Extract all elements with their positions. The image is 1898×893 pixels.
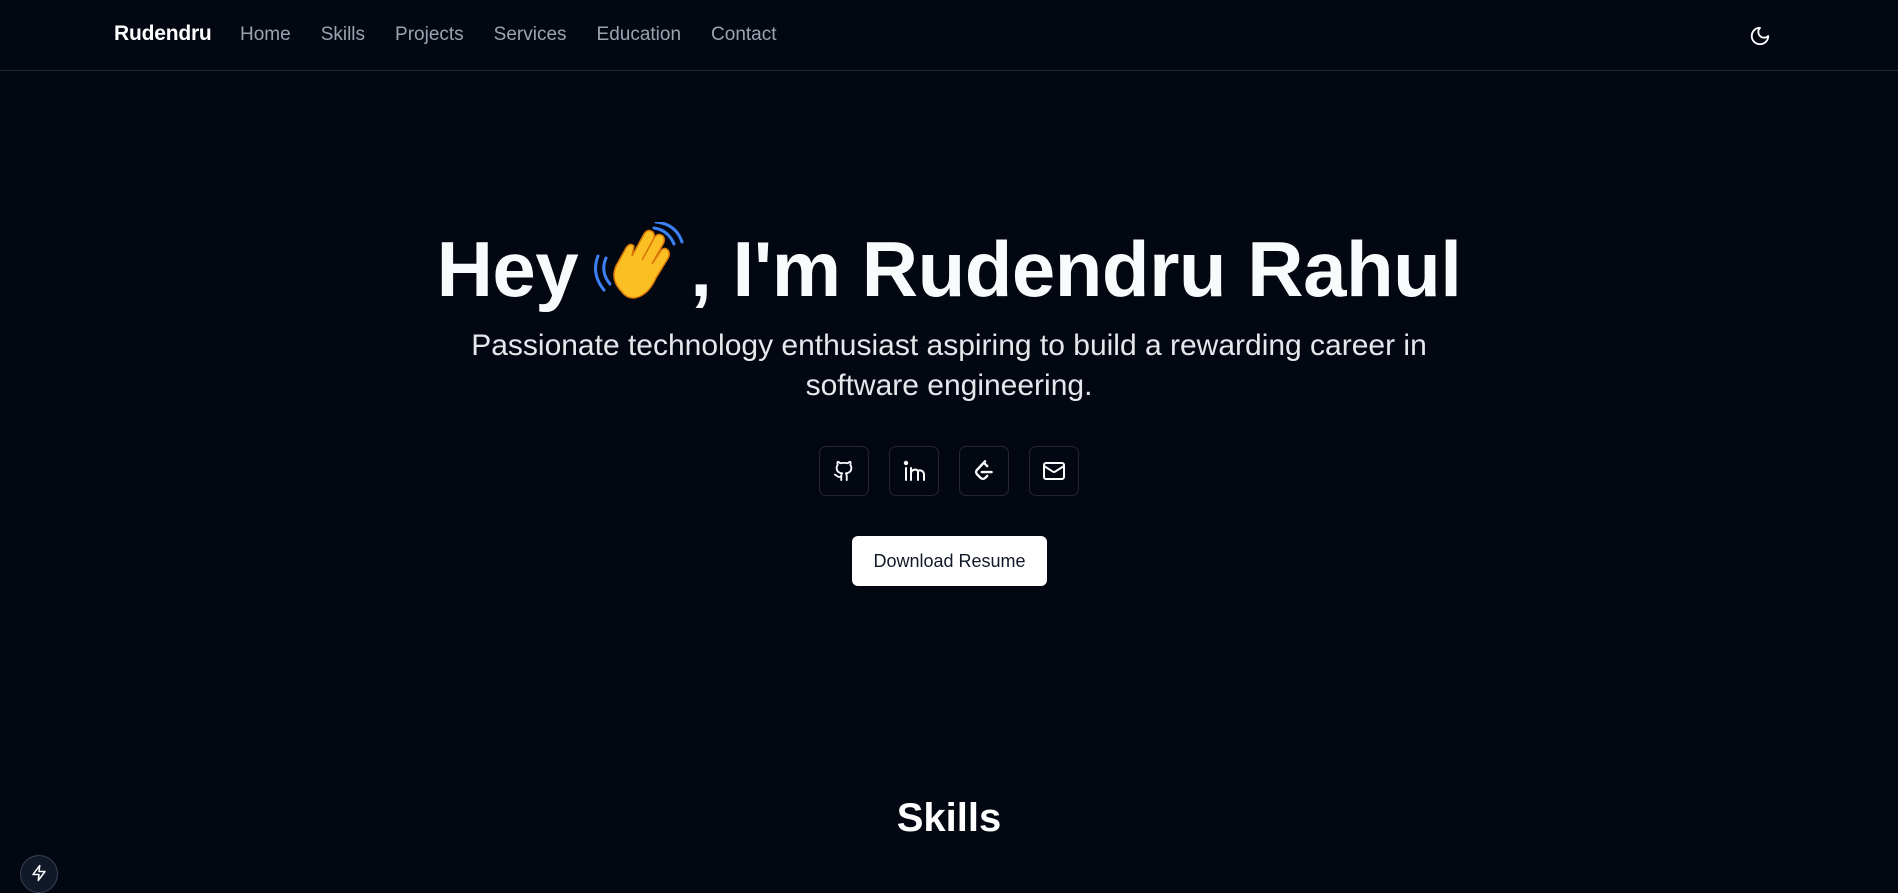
github-link-button[interactable] bbox=[819, 446, 869, 496]
github-icon bbox=[833, 460, 853, 482]
download-resume-button[interactable]: Download Resume bbox=[852, 536, 1047, 586]
nav-services[interactable]: Services bbox=[494, 24, 567, 46]
theme-toggle-button[interactable] bbox=[1744, 20, 1776, 52]
top-navbar: Rudendru Home Skills Projects Services E… bbox=[0, 0, 1898, 71]
leetcode-link-button[interactable] bbox=[959, 446, 1009, 496]
main-nav: Home Skills Projects Services Education … bbox=[240, 24, 777, 46]
hero-title-suffix: , I'm Rudendru Rahul bbox=[690, 225, 1462, 313]
mail-icon bbox=[1043, 462, 1065, 480]
nav-education[interactable]: Education bbox=[597, 24, 682, 46]
nav-projects[interactable]: Projects bbox=[395, 24, 464, 46]
nav-skills[interactable]: Skills bbox=[321, 24, 365, 46]
linkedin-icon bbox=[903, 460, 925, 481]
hero-title-prefix: Hey bbox=[436, 225, 579, 313]
lightning-icon bbox=[32, 864, 46, 882]
nav-home[interactable]: Home bbox=[240, 24, 291, 46]
moon-icon bbox=[1750, 26, 1770, 46]
linkedin-link-button[interactable] bbox=[889, 446, 939, 496]
hero-subtitle: Passionate technology enthusiast aspirin… bbox=[471, 329, 1427, 402]
floating-action-button[interactable] bbox=[20, 855, 58, 893]
waving-hand-icon bbox=[592, 220, 684, 302]
hero-title: Hey , I'm Rudendru Rahul bbox=[0, 220, 1898, 315]
leetcode-icon bbox=[974, 460, 993, 481]
brand-logo[interactable]: Rudendru bbox=[114, 22, 212, 46]
skills-section-title: Skills bbox=[896, 796, 1002, 840]
nav-contact[interactable]: Contact bbox=[711, 24, 776, 46]
email-link-button[interactable] bbox=[1029, 446, 1079, 496]
social-links bbox=[819, 446, 1079, 496]
